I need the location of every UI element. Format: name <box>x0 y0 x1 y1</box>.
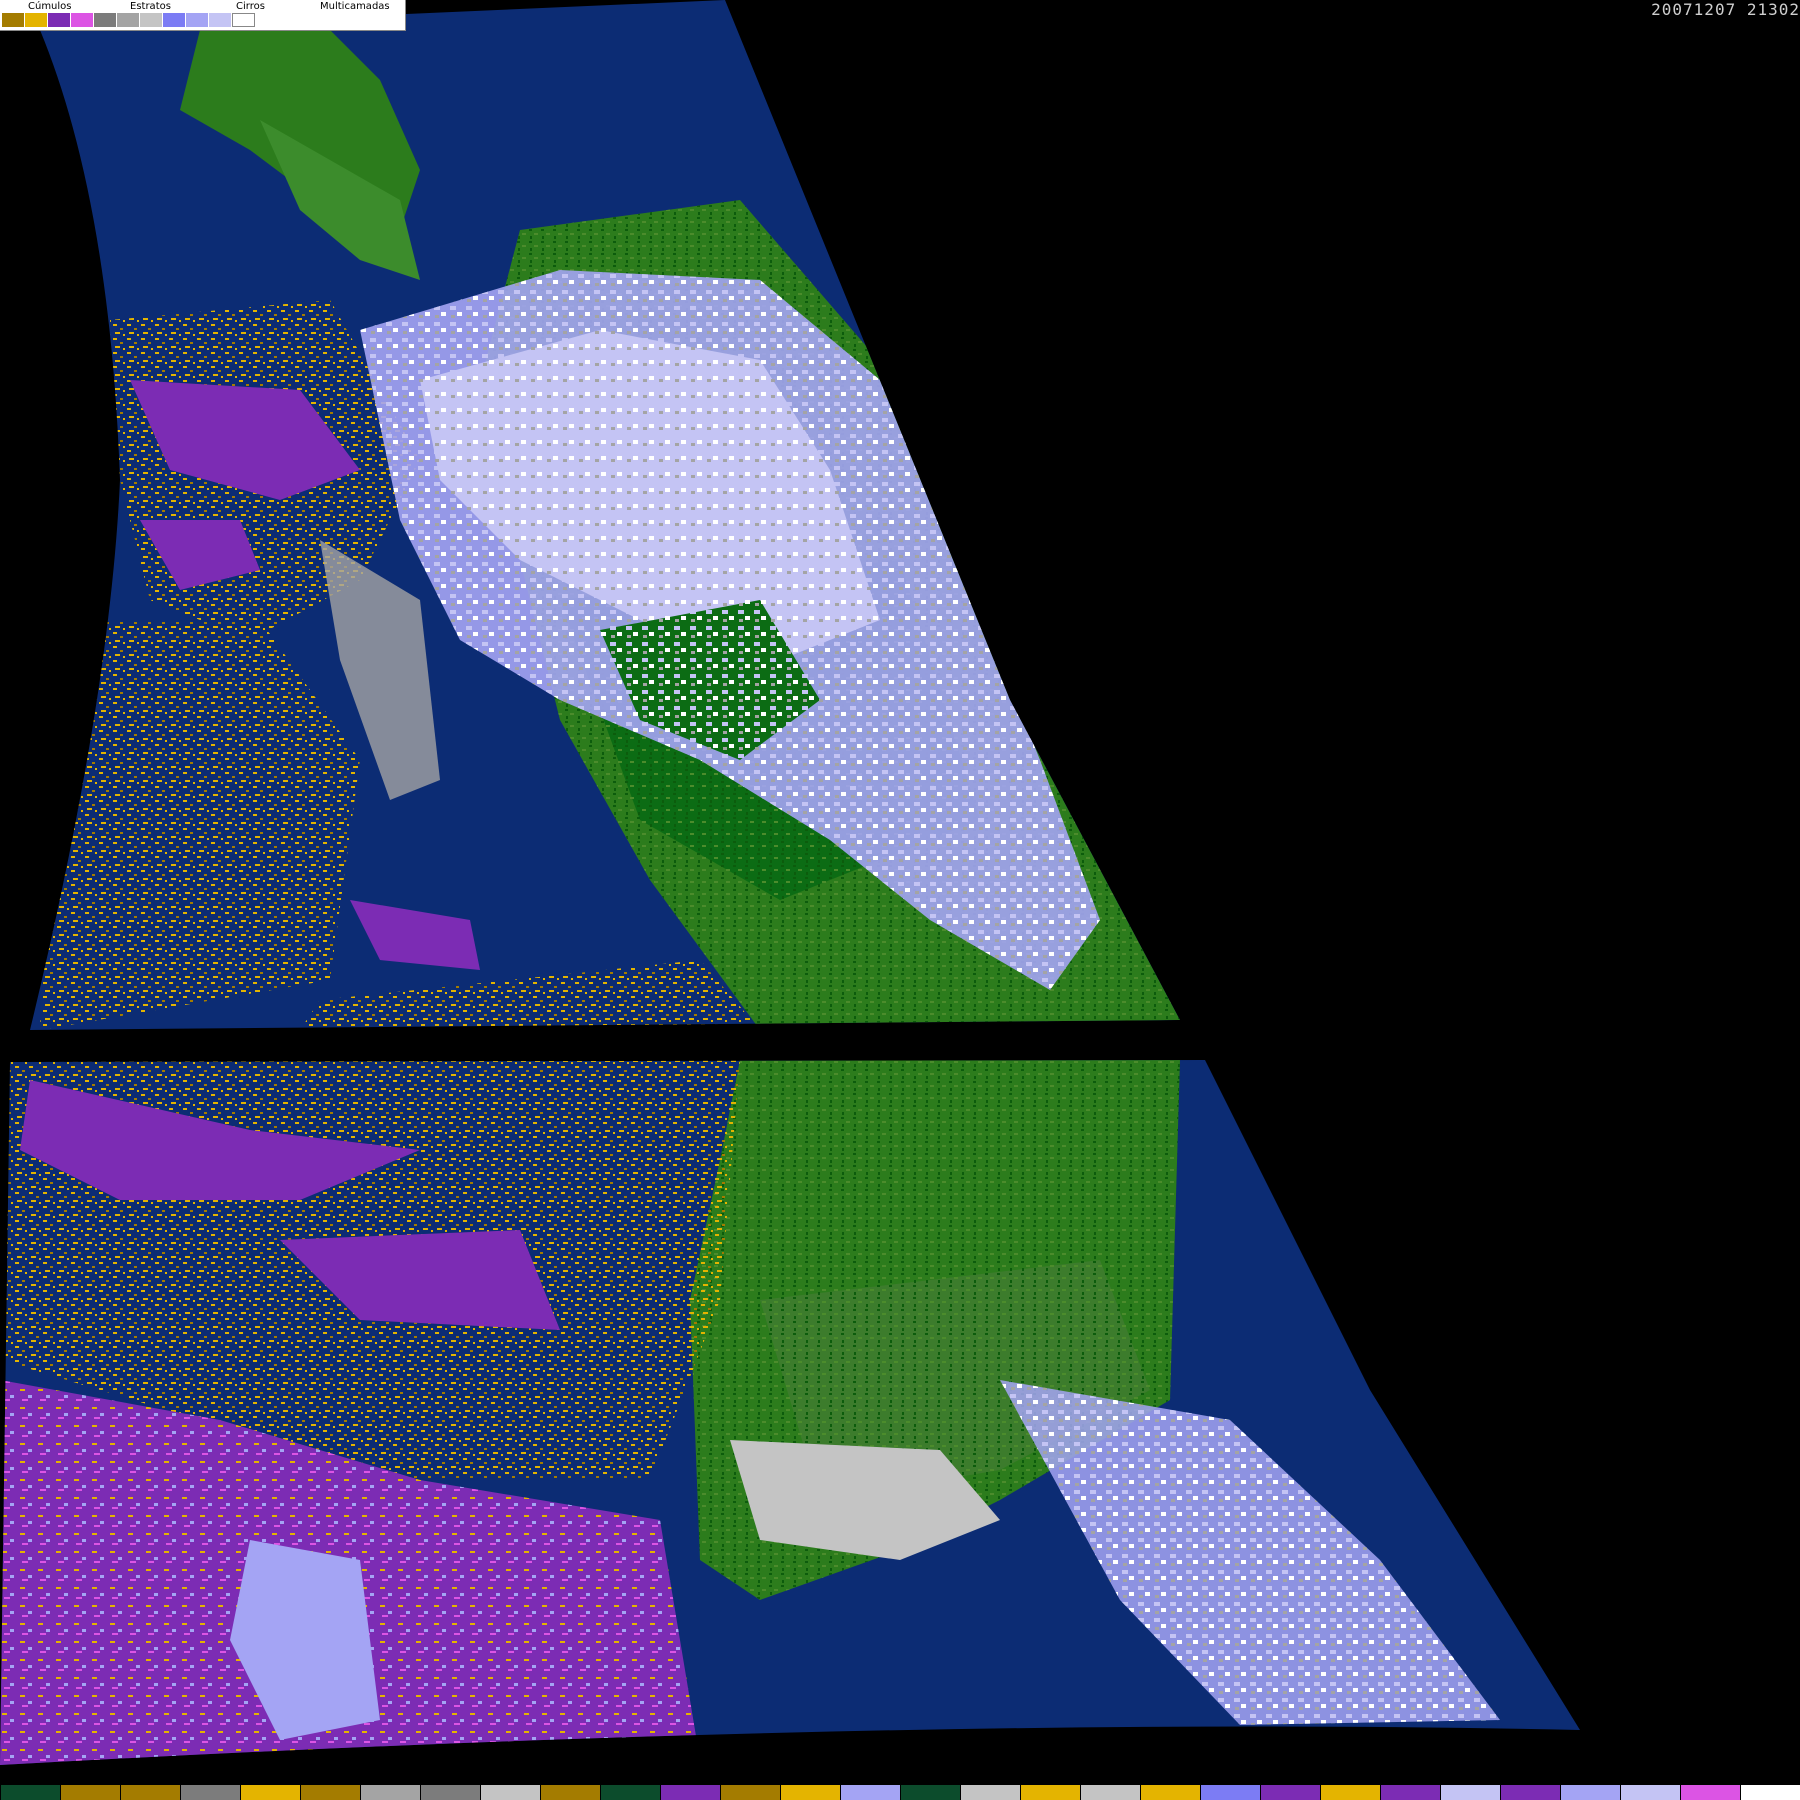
color-bar-segment <box>1320 1785 1380 1800</box>
color-bar-segment <box>1140 1785 1200 1800</box>
color-bar-segment <box>720 1785 780 1800</box>
color-bar-segment <box>480 1785 540 1800</box>
color-bar-segment <box>1380 1785 1440 1800</box>
color-bar-segment <box>60 1785 120 1800</box>
legend-swatch <box>186 13 209 27</box>
upper-swath <box>30 0 1180 1030</box>
legend-swatch <box>163 13 186 27</box>
cloud-type-legend: Cúmulos Estratos Cirros Multicamadas <box>0 0 406 31</box>
color-bar-segment <box>660 1785 720 1800</box>
color-bar-segment <box>120 1785 180 1800</box>
color-bar-segment <box>780 1785 840 1800</box>
color-bar-segment <box>1200 1785 1260 1800</box>
color-bar-segment <box>420 1785 480 1800</box>
legend-swatch <box>117 13 140 27</box>
legend-swatch <box>140 13 163 27</box>
legend-swatch <box>209 13 232 27</box>
color-bar-segment <box>1500 1785 1560 1800</box>
color-bar-segment <box>180 1785 240 1800</box>
legend-label-stratus: Estratos <box>130 1 171 12</box>
legend-swatch <box>25 13 48 27</box>
color-bar-segment <box>0 1785 60 1800</box>
legend-label-multilayer: Multicamadas <box>320 1 390 12</box>
color-bar-segment <box>600 1785 660 1800</box>
color-bar-segment <box>1680 1785 1740 1800</box>
legend-swatch <box>71 13 94 27</box>
color-bar-segment <box>1620 1785 1680 1800</box>
color-bar-segment <box>240 1785 300 1800</box>
legend-swatch <box>2 13 25 27</box>
satellite-cloud-map <box>0 0 1580 1765</box>
lower-swath <box>0 1060 1580 1765</box>
bottom-color-bar <box>0 1785 1800 1800</box>
legend-swatches <box>2 13 255 27</box>
color-bar-segment <box>1740 1785 1800 1800</box>
legend-swatch <box>94 13 117 27</box>
legend-label-cirrus: Cirros <box>236 1 265 12</box>
color-bar-segment <box>540 1785 600 1800</box>
legend-label-cumulus: Cúmulos <box>28 1 72 12</box>
legend-swatch <box>232 13 255 27</box>
timestamp: 20071207 21302 <box>1651 0 1800 19</box>
color-bar-segment <box>360 1785 420 1800</box>
color-bar-segment <box>900 1785 960 1800</box>
color-bar-segment <box>1440 1785 1500 1800</box>
color-bar-segment <box>300 1785 360 1800</box>
color-bar-segment <box>1080 1785 1140 1800</box>
color-bar-segment <box>1560 1785 1620 1800</box>
color-bar-segment <box>1260 1785 1320 1800</box>
color-bar-segment <box>840 1785 900 1800</box>
color-bar-segment <box>1020 1785 1080 1800</box>
color-bar-segment <box>960 1785 1020 1800</box>
legend-swatch <box>48 13 71 27</box>
